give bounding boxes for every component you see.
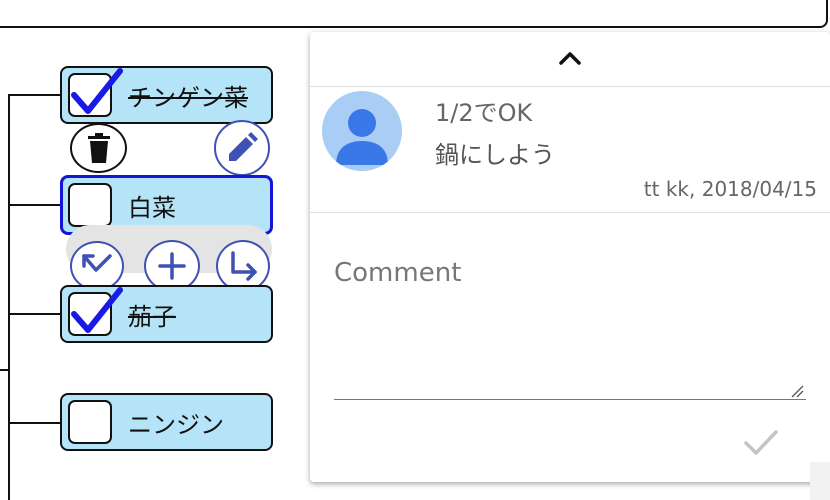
edit-button[interactable]: [214, 120, 270, 176]
tree-branch-line: [8, 313, 60, 315]
check-icon: [744, 430, 778, 455]
tree-branch-line: [8, 422, 60, 424]
comment-item: 1/2でOK 鍋にしよう tt kk, 2018/04/15: [310, 87, 830, 213]
collapse-button[interactable]: [310, 32, 830, 87]
tree-node[interactable]: チンゲン菜: [60, 66, 273, 124]
avatar: [322, 91, 402, 171]
top-input-bar[interactable]: [0, 0, 828, 28]
comment-text-line: 1/2でOK: [435, 99, 533, 127]
chevron-up-icon: [559, 52, 581, 65]
tree-branch-line: [8, 94, 60, 96]
node-label: 白菜: [128, 193, 176, 222]
check-icon: [71, 68, 123, 114]
node-checkbox[interactable]: [68, 68, 123, 117]
comment-text-line: 鍋にしよう: [435, 141, 555, 169]
person-icon: [336, 109, 388, 165]
check-icon: [71, 287, 123, 333]
scrollbar-track[interactable]: [810, 462, 830, 500]
node-checkbox[interactable]: [68, 400, 112, 444]
tree-trunk-line: [8, 94, 10, 500]
comment-author-date: tt kk, 2018/04/15: [643, 177, 817, 201]
arrow-down-right-icon: [231, 251, 257, 281]
node-label: ニンジン: [128, 410, 224, 439]
submit-comment-button[interactable]: [740, 425, 782, 461]
plus-icon: [158, 252, 186, 280]
trash-icon: [87, 133, 110, 163]
node-checkbox[interactable]: [68, 183, 112, 227]
arrow-up-left-icon: [82, 254, 112, 272]
tree-branch-line: [8, 204, 60, 206]
node-label: チンゲン菜: [128, 83, 248, 112]
resize-grip-icon[interactable]: [790, 384, 804, 398]
node-checkbox[interactable]: [68, 287, 123, 336]
comment-input[interactable]: [334, 232, 806, 400]
tree-branch-line: [0, 369, 10, 371]
tree-node[interactable]: ニンジン: [60, 393, 273, 451]
delete-button[interactable]: [70, 123, 127, 173]
pencil-icon: [229, 132, 258, 161]
node-label: 茄子: [128, 302, 176, 331]
comment-panel: 1/2でOK 鍋にしよう tt kk, 2018/04/15: [310, 32, 830, 482]
tree-node[interactable]: 茄子: [60, 285, 273, 343]
